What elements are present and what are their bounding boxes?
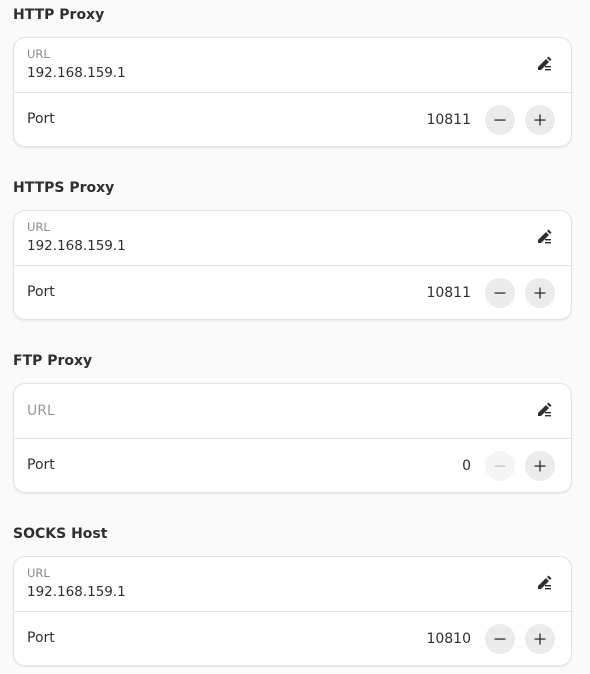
url-caption: URL (27, 566, 50, 580)
http-proxy-port-row: Port 10811 (14, 92, 571, 146)
http-proxy-card: URL 192.168.159.1 Port 10811 (13, 37, 572, 147)
minus-icon (494, 465, 506, 467)
plus-icon (534, 633, 546, 645)
url-caption: URL (27, 47, 50, 61)
section-title-http-proxy: HTTP Proxy (13, 7, 105, 23)
port-label: Port (27, 457, 55, 473)
url-caption: URL (27, 220, 50, 234)
edit-icon[interactable] (534, 401, 556, 421)
port-label: Port (27, 111, 55, 127)
port-label: Port (27, 630, 55, 646)
proxy-settings-page: HTTP Proxy URL 192.168.159.1 Port 10811 (0, 0, 590, 674)
ftp-proxy-url-placeholder: URL (27, 403, 55, 419)
section-title-ftp-proxy: FTP Proxy (13, 353, 93, 369)
section-title-https-proxy: HTTPS Proxy (13, 180, 115, 196)
socks-host-port-row: Port 10810 (14, 611, 571, 665)
plus-icon (534, 460, 546, 472)
http-proxy-port-decrement-button[interactable] (485, 105, 515, 135)
socks-host-port-value[interactable]: 10810 (426, 630, 471, 648)
ftp-proxy-card: URL Port 0 (13, 383, 572, 493)
https-proxy-port-value[interactable]: 10811 (426, 284, 471, 302)
http-proxy-url-value: 192.168.159.1 (27, 65, 126, 81)
socks-host-card: URL 192.168.159.1 Port 10810 (13, 556, 572, 666)
ftp-proxy-url-row[interactable]: URL (14, 384, 571, 438)
edit-icon[interactable] (534, 574, 556, 594)
ftp-proxy-port-value[interactable]: 0 (462, 457, 471, 475)
socks-host-port-increment-button[interactable] (525, 624, 555, 654)
https-proxy-card: URL 192.168.159.1 Port 10811 (13, 210, 572, 320)
plus-icon (534, 114, 546, 126)
https-proxy-port-decrement-button[interactable] (485, 278, 515, 308)
https-proxy-port-increment-button[interactable] (525, 278, 555, 308)
minus-icon (494, 292, 506, 294)
https-proxy-url-row[interactable]: URL 192.168.159.1 (14, 211, 571, 265)
section-title-socks-host: SOCKS Host (13, 526, 108, 542)
edit-icon[interactable] (534, 228, 556, 248)
https-proxy-url-value: 192.168.159.1 (27, 238, 126, 254)
http-proxy-url-row[interactable]: URL 192.168.159.1 (14, 38, 571, 92)
socks-host-port-decrement-button[interactable] (485, 624, 515, 654)
ftp-proxy-port-decrement-button (485, 451, 515, 481)
port-label: Port (27, 284, 55, 300)
socks-host-url-value: 192.168.159.1 (27, 584, 126, 600)
socks-host-url-row[interactable]: URL 192.168.159.1 (14, 557, 571, 611)
minus-icon (494, 119, 506, 121)
http-proxy-port-value[interactable]: 10811 (426, 111, 471, 129)
minus-icon (494, 638, 506, 640)
https-proxy-port-row: Port 10811 (14, 265, 571, 319)
ftp-proxy-port-increment-button[interactable] (525, 451, 555, 481)
http-proxy-port-increment-button[interactable] (525, 105, 555, 135)
edit-icon[interactable] (534, 55, 556, 75)
ftp-proxy-port-row: Port 0 (14, 438, 571, 492)
plus-icon (534, 287, 546, 299)
